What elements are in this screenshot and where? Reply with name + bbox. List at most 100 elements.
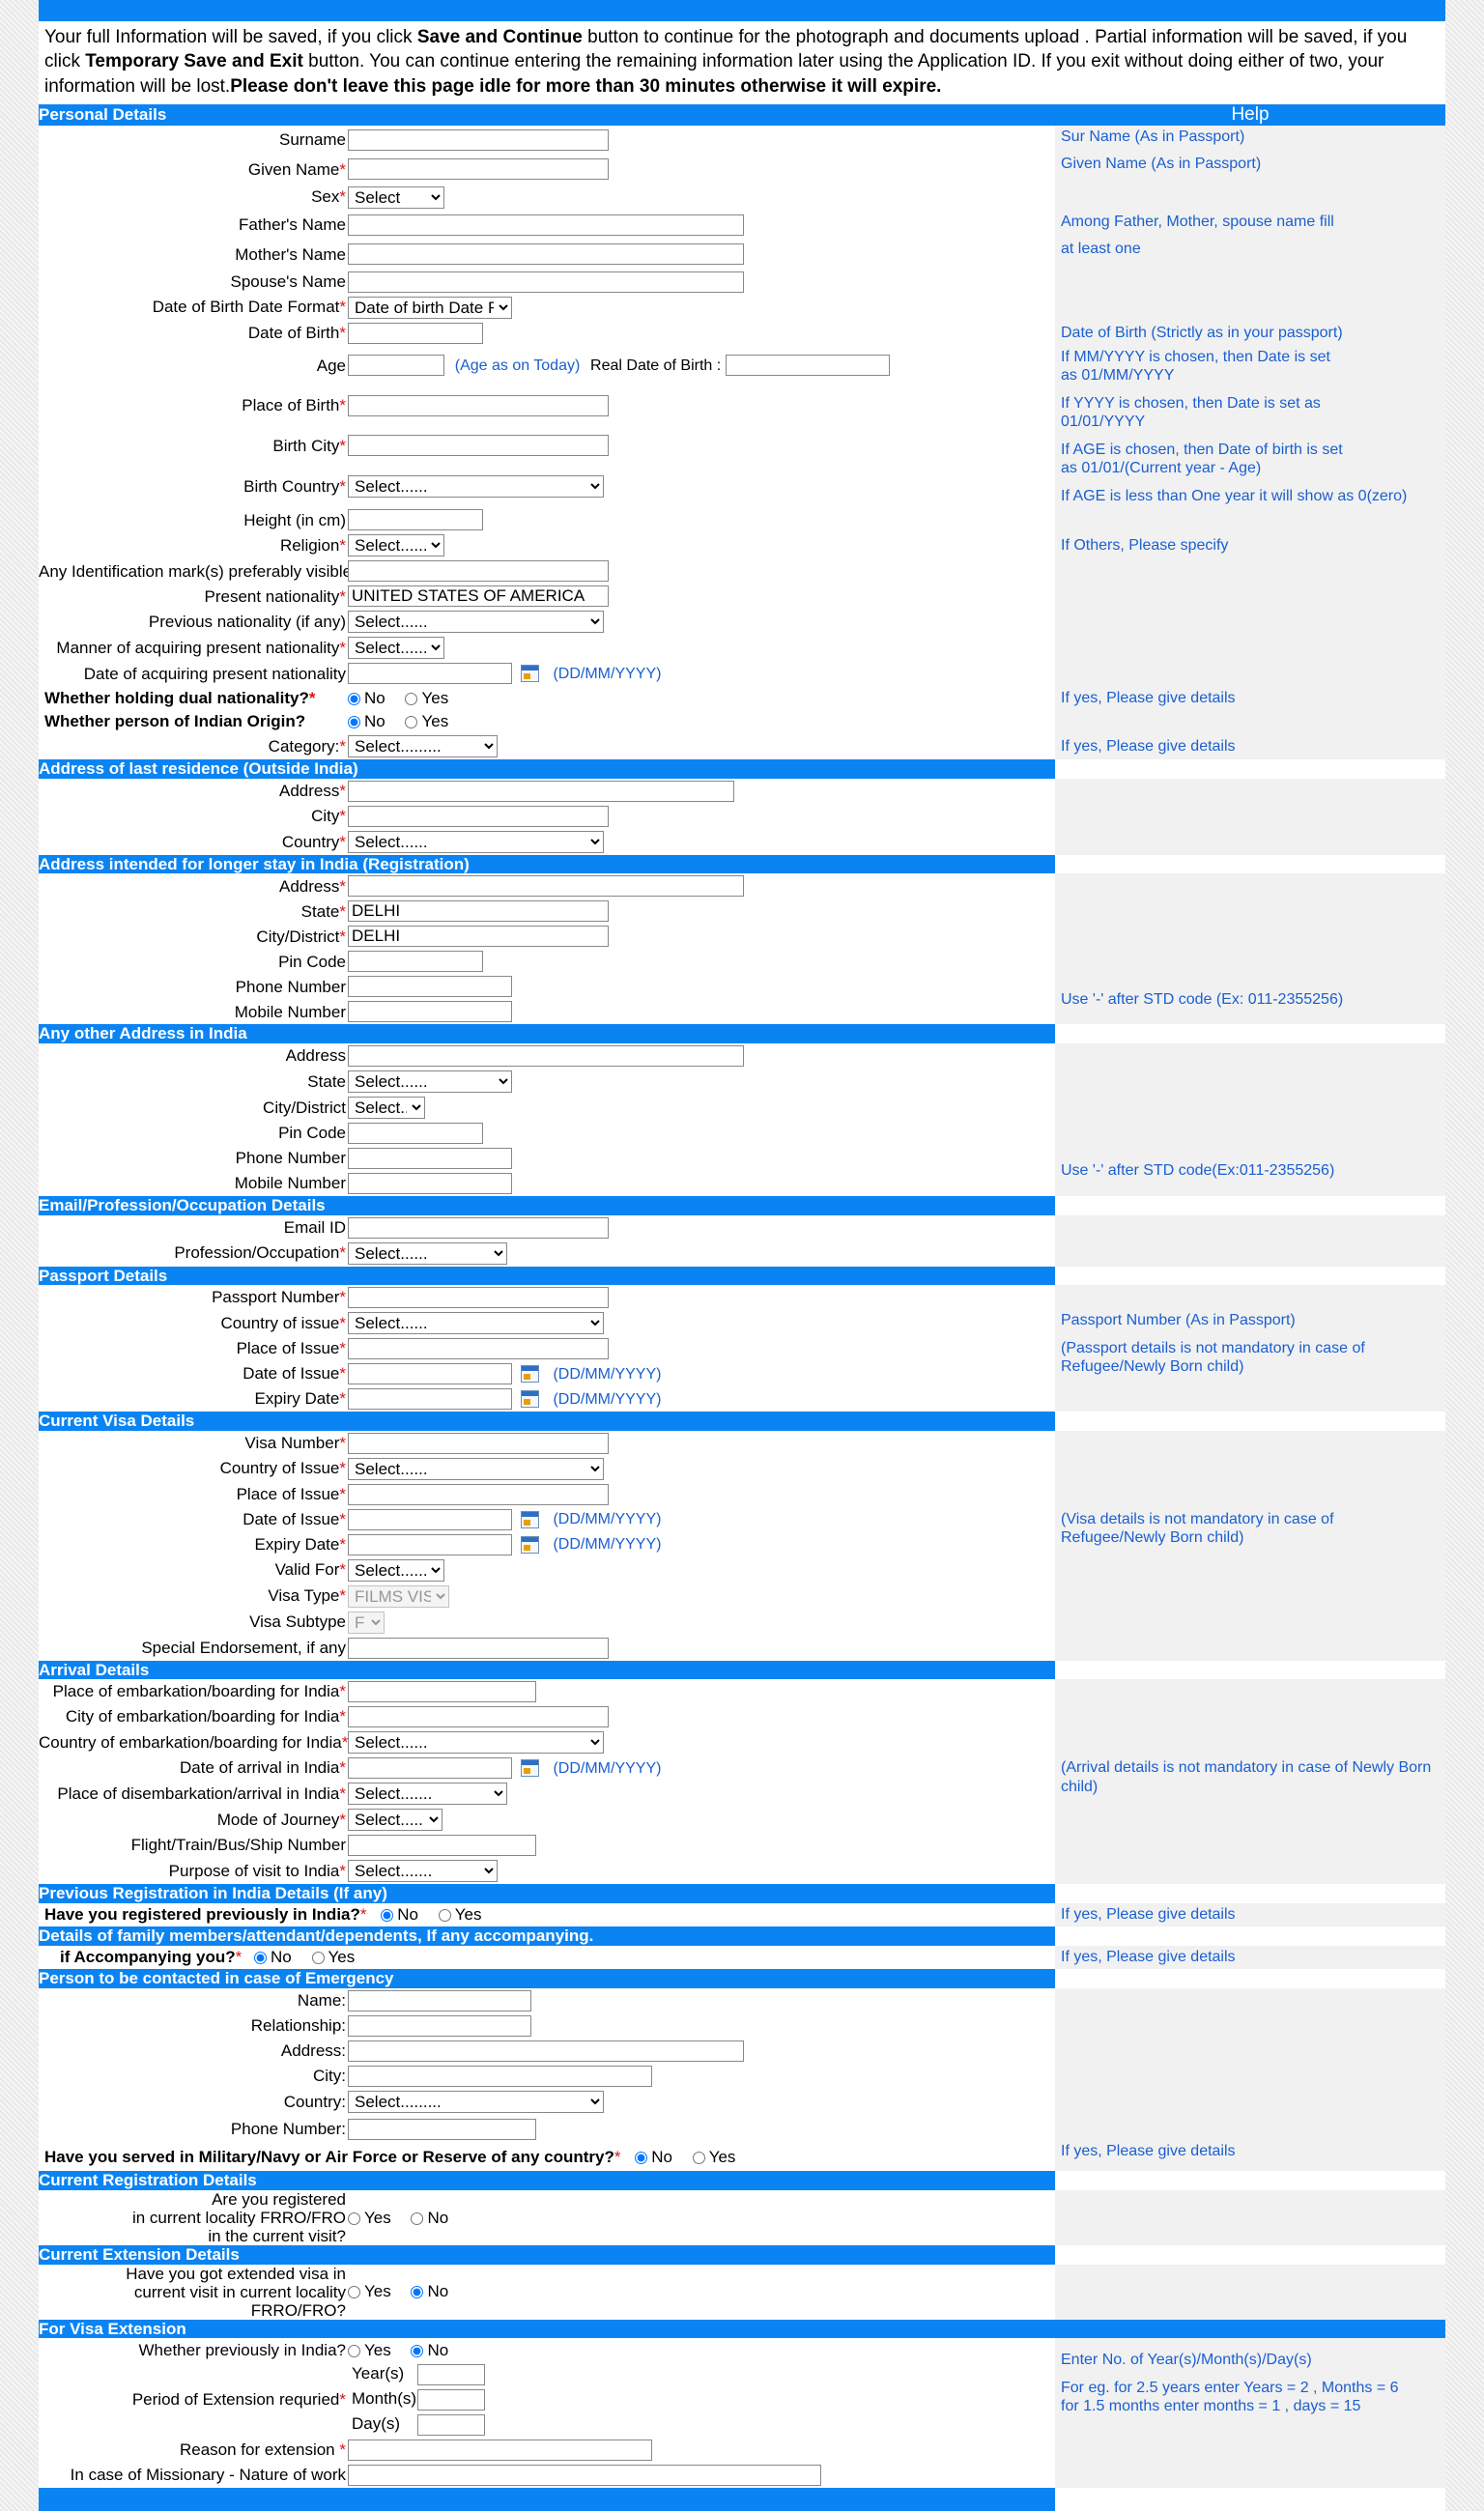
indian-origin-no[interactable]: No — [348, 712, 385, 730]
stay-pin-input[interactable] — [348, 951, 483, 973]
place-of-birth-input[interactable] — [348, 394, 609, 416]
if-accompanying-no[interactable]: No — [254, 1948, 292, 1966]
visa-place-input[interactable] — [348, 1483, 609, 1505]
extended-visa-radio-group[interactable]: Yes No — [348, 2282, 464, 2301]
other-city-select[interactable]: Select...... — [348, 1096, 425, 1119]
whether-previously-india-no[interactable]: No — [411, 2341, 448, 2359]
are-you-registered-no[interactable]: No — [411, 2209, 448, 2227]
stay-address-input[interactable] — [348, 875, 744, 898]
city-embarkation-input[interactable] — [348, 1706, 609, 1728]
emergency-name-input[interactable] — [348, 1989, 531, 2012]
registered-previously-no[interactable]: No — [381, 1905, 418, 1924]
fathers-name-input[interactable] — [348, 214, 744, 236]
whether-previously-india-radio-group[interactable]: Yes No — [348, 2341, 464, 2360]
if-accompanying-yes[interactable]: Yes — [311, 1948, 355, 1966]
surname-input[interactable] — [348, 128, 609, 151]
sex-select[interactable]: Select — [348, 185, 444, 209]
religion-select[interactable]: Select...... — [348, 534, 444, 557]
whether-previously-india-no-radio[interactable] — [411, 2344, 424, 2357]
visa-issue-date-input[interactable] — [348, 1508, 512, 1530]
birth-country-select[interactable]: Select...... — [348, 475, 604, 499]
manner-acquiring-select[interactable]: Select...... — [348, 637, 444, 660]
are-you-registered-yes-radio[interactable] — [348, 2211, 360, 2225]
extended-visa-yes[interactable]: Yes — [348, 2282, 391, 2300]
previous-nationality-select[interactable]: Select...... — [348, 611, 604, 634]
stay-mobile-input[interactable] — [348, 1001, 512, 1023]
visa-type-select[interactable]: FILMS VISA — [348, 1584, 449, 1608]
months-input[interactable] — [417, 2388, 485, 2411]
last-res-address-input[interactable] — [348, 780, 734, 802]
registered-previously-yes-radio[interactable] — [438, 1909, 451, 1923]
last-res-city-input[interactable] — [348, 805, 609, 827]
real-dob-input[interactable] — [725, 355, 890, 377]
other-mobile-input[interactable] — [348, 1172, 512, 1194]
identification-marks-input[interactable] — [348, 560, 609, 583]
indian-origin-yes[interactable]: Yes — [405, 712, 448, 730]
emergency-country-select[interactable]: Select......... — [348, 2090, 604, 2113]
missionary-input[interactable] — [348, 2464, 821, 2486]
are-you-registered-no-radio[interactable] — [411, 2211, 424, 2225]
calendar-icon[interactable] — [520, 1510, 539, 1528]
emergency-relationship-input[interactable] — [348, 2014, 531, 2037]
visa-expiry-input[interactable] — [348, 1533, 512, 1555]
other-phone-input[interactable] — [348, 1147, 512, 1169]
dual-nationality-yes-radio[interactable] — [405, 692, 418, 705]
reason-extension-input[interactable] — [348, 2439, 652, 2461]
indian-origin-no-radio[interactable] — [348, 716, 360, 729]
other-state-select[interactable]: Select...... — [348, 1070, 512, 1093]
dob-input[interactable] — [348, 322, 483, 344]
dual-nationality-radio-group[interactable]: No Yes — [348, 689, 464, 708]
last-res-country-select[interactable]: Select...... — [348, 830, 604, 853]
military-no-radio[interactable] — [635, 2152, 648, 2165]
mode-journey-select[interactable]: Select....... — [348, 1809, 442, 1832]
country-embarkation-select[interactable]: Select...... — [348, 1731, 604, 1755]
valid-for-select[interactable]: Select....... — [348, 1558, 444, 1582]
passport-place-input[interactable] — [348, 1338, 609, 1360]
dual-nationality-yes[interactable]: Yes — [405, 689, 448, 707]
extended-visa-yes-radio[interactable] — [348, 2286, 360, 2299]
category-select[interactable]: Select......... — [348, 735, 498, 758]
if-accompanying-radio-group[interactable]: No Yes — [254, 1948, 370, 1967]
stay-city-input[interactable] — [348, 926, 609, 948]
emergency-city-input[interactable] — [348, 2065, 652, 2087]
dual-nationality-no[interactable]: No — [348, 689, 385, 707]
passport-issue-date-input[interactable] — [348, 1363, 512, 1385]
whether-previously-india-yes-radio[interactable] — [348, 2344, 360, 2357]
calendar-icon[interactable] — [520, 665, 539, 683]
birth-city-input[interactable] — [348, 435, 609, 457]
registered-previously-yes[interactable]: Yes — [438, 1905, 481, 1924]
days-input[interactable] — [417, 2413, 485, 2436]
are-you-registered-radio-group[interactable]: Yes No — [348, 2209, 464, 2228]
calendar-icon[interactable] — [520, 1365, 539, 1384]
military-yes[interactable]: Yes — [692, 2148, 735, 2166]
indian-origin-yes-radio[interactable] — [405, 716, 418, 729]
dual-nationality-no-radio[interactable] — [348, 692, 360, 705]
emergency-phone-input[interactable] — [348, 2118, 536, 2140]
stay-phone-input[interactable] — [348, 976, 512, 998]
given-name-input[interactable] — [348, 158, 609, 181]
registered-previously-radio-group[interactable]: No Yes — [381, 1905, 497, 1925]
calendar-icon[interactable] — [520, 1390, 539, 1409]
military-yes-radio[interactable] — [692, 2152, 705, 2165]
visa-subtype-select[interactable]: F — [348, 1611, 385, 1634]
flight-number-input[interactable] — [348, 1835, 536, 1857]
if-accompanying-yes-radio[interactable] — [311, 1952, 325, 1965]
date-arrival-input[interactable] — [348, 1757, 512, 1780]
present-nationality-input[interactable] — [348, 585, 609, 608]
are-you-registered-yes[interactable]: Yes — [348, 2209, 391, 2227]
emergency-address-input[interactable] — [348, 2040, 744, 2062]
spouses-name-input[interactable] — [348, 271, 744, 293]
extended-visa-no[interactable]: No — [411, 2282, 448, 2300]
place-disembarkation-select[interactable]: Select....... — [348, 1783, 507, 1806]
military-no[interactable]: No — [635, 2148, 672, 2166]
extended-visa-no-radio[interactable] — [411, 2286, 424, 2299]
calendar-icon[interactable] — [520, 1759, 539, 1778]
indian-origin-radio-group[interactable]: No Yes — [348, 712, 464, 731]
whether-previously-india-yes[interactable]: Yes — [348, 2341, 391, 2359]
age-input[interactable] — [348, 355, 444, 377]
other-address-input[interactable] — [348, 1044, 744, 1067]
other-pin-input[interactable] — [348, 1122, 483, 1144]
special-endorsement-input[interactable] — [348, 1637, 609, 1659]
years-input[interactable] — [417, 2363, 485, 2385]
calendar-icon[interactable] — [520, 1535, 539, 1554]
